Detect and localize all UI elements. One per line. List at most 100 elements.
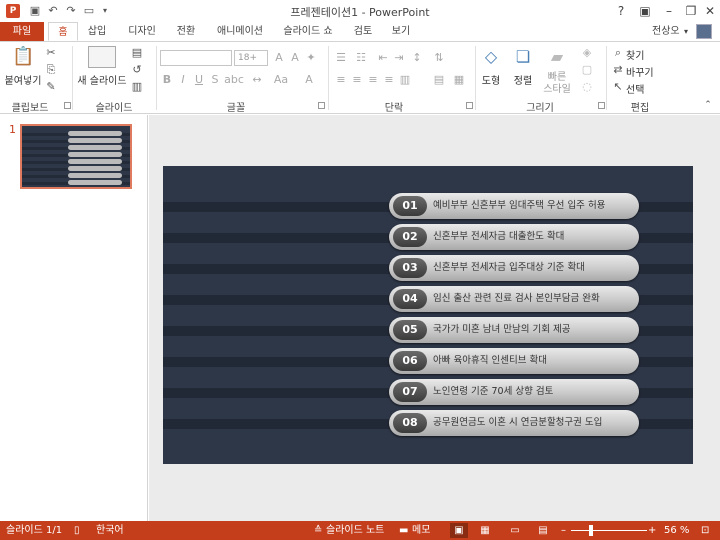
list-item[interactable]: 06 아빠 육아휴직 인센티브 확대 — [389, 348, 639, 374]
reading-view-icon[interactable]: ▭ — [506, 523, 524, 538]
quick-styles-label[interactable]: 빠른 스타일 — [540, 72, 574, 96]
slide-sorter-icon[interactable]: ▦ — [476, 523, 494, 538]
list-item[interactable]: 03 신혼부부 전세자금 입주대상 기준 확대 — [389, 255, 639, 281]
section-icon[interactable]: ▥ — [130, 80, 144, 94]
slideshow-icon[interactable]: ▤ — [534, 523, 552, 538]
font-launcher-icon[interactable] — [318, 102, 325, 109]
language-indicator[interactable]: 한국어 — [96, 521, 124, 540]
spell-check-icon[interactable]: ▯ — [74, 521, 80, 540]
ribbon-display-options-icon[interactable]: ▣ — [634, 2, 656, 20]
shadow-icon[interactable]: S — [208, 73, 222, 87]
decrease-font-icon[interactable]: A — [288, 51, 302, 65]
avatar[interactable] — [696, 24, 712, 39]
list-item[interactable]: 07 노인연령 기준 70세 상향 검토 — [389, 379, 639, 405]
drawing-launcher-icon[interactable] — [598, 102, 605, 109]
tab-home[interactable]: 홈 — [48, 22, 78, 41]
shape-effects-icon[interactable]: ◌ — [580, 80, 594, 94]
tab-review[interactable]: 검토 — [348, 22, 378, 41]
shape-fill-icon[interactable]: ◈ — [580, 46, 594, 60]
change-case-icon[interactable]: Aa — [270, 73, 292, 87]
shape-outline-icon[interactable]: ▢ — [580, 63, 594, 77]
slide-thumbnail[interactable] — [20, 124, 132, 189]
clear-format-icon[interactable]: ✦ — [304, 51, 318, 65]
justify-icon[interactable]: ≡ — [382, 73, 396, 87]
align-left-icon[interactable]: ≡ — [334, 73, 348, 87]
tab-view[interactable]: 보기 — [386, 22, 416, 41]
paste-icon[interactable]: 📋 — [12, 46, 34, 68]
bold-icon[interactable]: B — [160, 73, 174, 87]
tab-animations[interactable]: 애니메이션 — [212, 22, 268, 41]
line-spacing-icon[interactable]: ↕ — [410, 51, 424, 65]
close-icon[interactable]: ✕ — [699, 2, 720, 20]
text-direction-icon[interactable]: ⇅ — [432, 51, 446, 65]
comments-icon[interactable]: ▬ — [399, 521, 408, 540]
help-button[interactable]: ? — [610, 2, 632, 20]
align-right-icon[interactable]: ≡ — [366, 73, 380, 87]
tab-transitions[interactable]: 전환 — [170, 22, 202, 41]
zoom-in-icon[interactable]: + — [648, 521, 656, 540]
decrease-indent-icon[interactable]: ⇤ — [376, 51, 390, 65]
columns-icon[interactable]: ▥ — [398, 73, 412, 87]
collapse-ribbon-icon[interactable]: ⌃ — [702, 98, 714, 112]
paragraph-launcher-icon[interactable] — [466, 102, 473, 109]
zoom-slider[interactable] — [571, 530, 647, 531]
increase-font-icon[interactable]: A — [272, 51, 286, 65]
comments-button[interactable]: 메모 — [412, 521, 430, 540]
present-from-start-icon[interactable]: ▭ — [81, 3, 97, 19]
underline-icon[interactable]: U — [192, 73, 206, 87]
zoom-slider-thumb[interactable] — [589, 525, 593, 536]
slide-canvas[interactable]: 01 예비부부 신혼부부 임대주택 우선 입주 허용 02 신혼부부 전세자금 … — [163, 166, 693, 464]
tab-design[interactable]: 디자인 — [122, 22, 162, 41]
tab-insert[interactable]: 삽입 — [82, 22, 112, 41]
find-icon[interactable]: ⌕ — [611, 46, 625, 60]
char-spacing-icon[interactable]: ↔ — [246, 73, 268, 87]
strikethrough-icon[interactable]: abc — [224, 73, 244, 87]
font-color-icon[interactable]: A — [300, 73, 318, 87]
find-label[interactable]: 찾기 — [626, 47, 644, 62]
reset-icon[interactable]: ↺ — [130, 63, 144, 77]
zoom-out-icon[interactable]: – — [561, 521, 566, 540]
align-center-icon[interactable]: ≡ — [350, 73, 364, 87]
user-name[interactable]: 전상오 — [652, 22, 680, 41]
arrange-icon[interactable]: ❏ — [512, 46, 534, 68]
replace-icon[interactable]: ⇄ — [611, 63, 625, 77]
numbering-icon[interactable]: ☷ — [354, 51, 368, 65]
user-dropdown-icon[interactable]: ▾ — [684, 22, 688, 41]
undo-icon[interactable]: ↶ — [45, 3, 61, 19]
save-icon[interactable]: ▣ — [27, 3, 43, 19]
arrange-label[interactable]: 정렬 — [510, 72, 536, 87]
shapes-label[interactable]: 도형 — [478, 72, 504, 87]
increase-indent-icon[interactable]: ⇥ — [392, 51, 406, 65]
paste-label[interactable]: 붙여넣기 — [3, 72, 43, 87]
align-text-icon[interactable]: ▤ — [432, 73, 446, 87]
cut-icon[interactable]: ✂ — [44, 46, 58, 60]
font-size-combo[interactable]: 18+ — [234, 50, 268, 66]
tab-file[interactable]: 파일 — [0, 22, 44, 41]
format-painter-icon[interactable]: ✎ — [44, 80, 58, 94]
minimize-icon[interactable]: – — [658, 2, 680, 20]
clipboard-launcher-icon[interactable] — [64, 102, 71, 109]
list-item[interactable]: 08 공무원연금도 이혼 시 연금분할청구권 도입 — [389, 410, 639, 436]
notes-button[interactable]: 슬라이드 노트 — [326, 521, 384, 540]
font-name-combo[interactable] — [160, 50, 232, 66]
select-label[interactable]: 선택 — [626, 81, 644, 96]
list-item[interactable]: 04 임신 출산 관련 진료 검사 본인부담금 완화 — [389, 286, 639, 312]
list-item[interactable]: 01 예비부부 신혼부부 임대주택 우선 입주 허용 — [389, 193, 639, 219]
redo-icon[interactable]: ↷ — [63, 3, 79, 19]
zoom-level[interactable]: 56 % — [664, 521, 689, 540]
select-icon[interactable]: ↖ — [611, 80, 625, 94]
new-slide-icon[interactable] — [88, 46, 116, 68]
new-slide-label[interactable]: 새 슬라이드 — [76, 72, 128, 87]
notes-icon[interactable]: ≙ — [314, 521, 322, 540]
list-item[interactable]: 05 국가가 미혼 남녀 만남의 기회 제공 — [389, 317, 639, 343]
bullets-icon[interactable]: ☰ — [334, 51, 348, 65]
italic-icon[interactable]: I — [176, 73, 190, 87]
shapes-icon[interactable]: ◇ — [480, 46, 502, 68]
replace-label[interactable]: 바꾸기 — [626, 64, 654, 79]
smartart-icon[interactable]: ▦ — [452, 73, 466, 87]
tab-slideshow[interactable]: 슬라이드 쇼 — [278, 22, 338, 41]
quick-styles-icon[interactable]: ▰ — [546, 46, 568, 68]
fit-to-window-icon[interactable]: ⊡ — [701, 521, 709, 540]
list-item[interactable]: 02 신혼부부 전세자금 대출한도 확대 — [389, 224, 639, 250]
customize-icon[interactable]: ▾ — [97, 3, 113, 19]
